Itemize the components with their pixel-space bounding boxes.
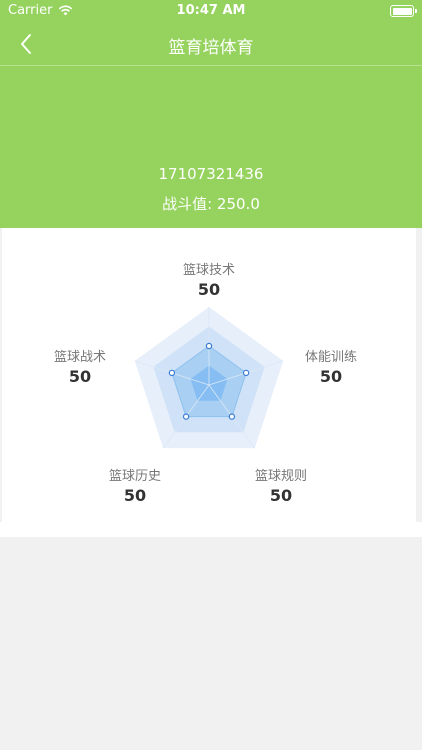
radar-axis-name: 篮球技术 [182,263,235,278]
radar-axis-value: 50 [269,486,293,505]
radar-axis-value: 50 [319,367,343,386]
radar-axis-value: 50 [68,367,92,386]
radar-data-point [242,369,250,377]
radar-data-point [168,369,176,377]
radar-axis-name: 篮球历史 [108,469,161,484]
radar-data-point [182,413,190,420]
radar-axis-value: 50 [123,486,147,505]
radar-axis-name: 体能训练 [304,350,357,365]
radar-axis-name: 篮球战术 [53,350,106,365]
radar-axis-value: 50 [197,280,221,299]
radar-label-skill: 篮球技术 50 [164,259,254,299]
radar-data-point [205,342,213,350]
radar-data-point [228,413,236,420]
radar-axis-name: 篮球规则 [254,469,307,484]
radar-label-rules: 篮球规则 50 [236,465,326,505]
radar-label-fitness: 体能训练 50 [286,346,376,386]
radar-label-tactics: 篮球战术 50 [35,346,125,386]
radar-label-history: 篮球历史 50 [90,465,180,505]
